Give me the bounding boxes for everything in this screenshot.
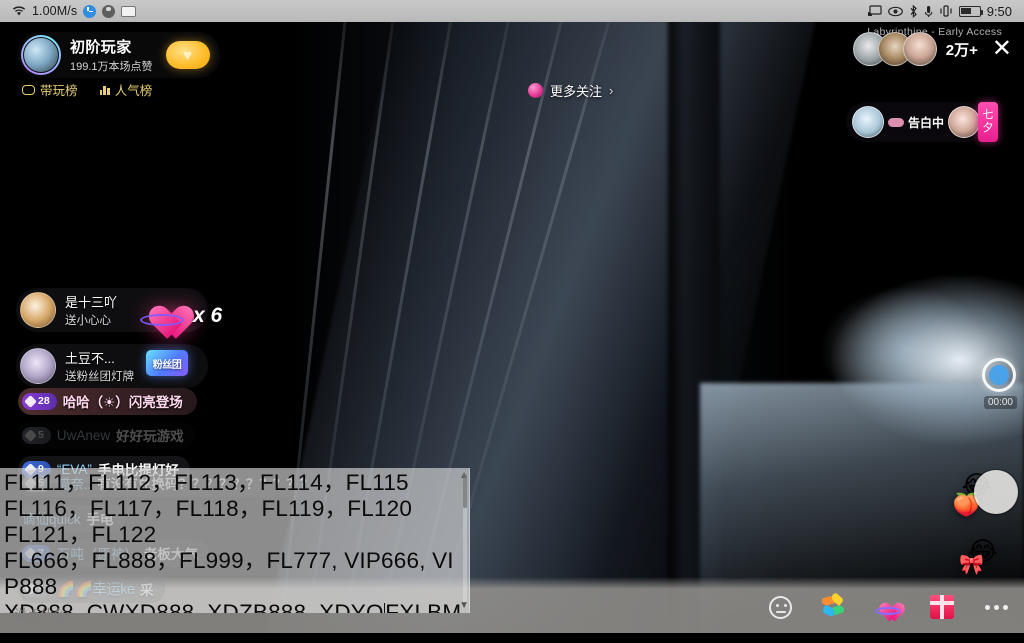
sticker-emoji: 🎀 [959, 554, 984, 576]
close-icon[interactable]: ✕ [992, 37, 1012, 61]
sticker-circle [974, 470, 1018, 514]
rank-chip-row: 带玩榜 人气榜 [22, 80, 152, 99]
gift-sender-name: 土豆不... [65, 351, 115, 366]
fanclub-board-text: 粉丝团 [152, 359, 182, 371]
network-speed: 1.00M/s [32, 4, 78, 18]
rank-chip-play-label: 带玩榜 [40, 84, 78, 98]
scroll-down-arrow-icon[interactable]: ▼ [459, 600, 469, 611]
cloud-icon [887, 117, 904, 127]
gift-action-text: 送小心心 [65, 315, 111, 327]
chat-text: 好好玩游戏 [116, 429, 184, 444]
pinwheel-icon[interactable] [820, 592, 848, 621]
gift-sender-avatar [20, 348, 56, 384]
viewer-bar: 2万+ ✕ [852, 32, 1012, 66]
chat-input-placeholder[interactable]: 说点什么... [14, 604, 77, 623]
qixi-tag[interactable]: 七 夕 [978, 102, 998, 142]
level-value: 5 [38, 429, 44, 441]
more-dots-icon[interactable] [982, 593, 1010, 621]
level-value: 28 [38, 395, 50, 407]
gift-action-text: 送粉丝团灯牌 [65, 371, 134, 383]
qixi-tag-top: 七 [982, 109, 994, 122]
streamer-avatar[interactable] [21, 35, 61, 75]
record-timer: 00:00 [983, 396, 1017, 409]
heart-icon: ♥ [183, 46, 192, 64]
status-bar: 1.00M/s 9:50 [0, 0, 1024, 22]
gift-multiplier: x 6 [193, 304, 223, 327]
wifi-icon [12, 5, 26, 17]
chat-entry-text: 哈哈（☀）闪亮登场 [62, 395, 183, 410]
qixi-tag-bottom: 夕 [982, 122, 994, 134]
bar-chart-icon [99, 84, 110, 95]
livestream-screen: 1.00M/s 9:50 初阶玩家 199.1万本场点赞 ♥ 带玩榜 人气榜 更… [0, 0, 1024, 643]
ime-line-3: FL121，FL122 [4, 522, 157, 547]
eye-icon [887, 6, 903, 17]
confession-label: 告白中 [907, 115, 944, 130]
chevron-right-icon: › [609, 83, 614, 98]
record-button[interactable] [982, 358, 1016, 392]
sync-icon [83, 4, 97, 18]
bottom-action-bar [766, 592, 1010, 621]
streamer-likes: 199.1万本场点赞 [70, 61, 153, 73]
chat-user-name: UwAnew [56, 427, 111, 443]
more-follow-button[interactable]: 更多关注 › [528, 81, 613, 100]
level-badge: 28 [22, 392, 57, 410]
viewer-count[interactable]: 2万+ [946, 39, 978, 60]
like-heart-badge[interactable]: ♥ [165, 41, 210, 69]
cast-icon [867, 5, 882, 17]
rank-chip-popularity-label: 人气榜 [114, 84, 153, 98]
gift-sender-name: 是十三吖 [65, 295, 118, 310]
clock-time: 9:50 [986, 3, 1012, 19]
confession-avatar-right [948, 106, 980, 138]
heart-gift-icon[interactable] [874, 593, 902, 621]
vibrate-icon [939, 5, 953, 17]
fanclub-board-icon: 粉丝团 [146, 350, 188, 376]
viewer-avatar[interactable] [902, 32, 937, 66]
rank-chip-popularity[interactable]: 人气榜 [99, 80, 153, 99]
ime-line-2: FL116，FL117，FL118，FL119，FL120 [4, 496, 413, 521]
ime-line-1: FL111，FL112，FL113，FL114，FL115 [4, 470, 409, 495]
gift-box-icon[interactable] [928, 593, 956, 621]
ime-candidate-overlay[interactable]: FL111，FL112，FL113，FL114，FL115 FL116，FL11… [0, 468, 470, 613]
account-icon [102, 4, 116, 18]
battery-icon [958, 5, 984, 17]
streamer-card[interactable]: 初阶玩家 199.1万本场点赞 ♥ [18, 32, 220, 78]
ime-line-4: FL666，FL888，FL999，FL777, VIP666, VIP888 [4, 548, 454, 599]
streamer-name: 初阶玩家 [70, 39, 132, 56]
gamepad-icon [22, 84, 35, 95]
more-follow-label: 更多关注 [550, 84, 603, 99]
rank-chip-play[interactable]: 带玩榜 [22, 80, 78, 99]
level-badge: 5 [22, 426, 51, 444]
gift-sender-avatar [20, 292, 56, 328]
confession-widget[interactable]: 告白中 七 夕 [845, 102, 998, 142]
emoji-face-icon[interactable] [766, 593, 794, 621]
bluetooth-icon [909, 4, 918, 18]
ime-text-after-caret: FXLBM [385, 600, 462, 613]
chat-entry-message[interactable]: 28 哈哈（☀）闪亮登场 [18, 388, 197, 415]
heart-gift-icon [140, 292, 186, 334]
ime-scrollbar[interactable] [463, 474, 467, 606]
microphone-icon [924, 5, 933, 18]
confession-avatar-left [851, 106, 884, 138]
card-icon [121, 5, 137, 17]
more-follow-icon [528, 83, 543, 98]
ime-composed-text[interactable]: FL111，FL112，FL113，FL114，FL115 FL116，FL11… [4, 470, 466, 613]
chat-message[interactable]: 5 UwAnew 好好玩游戏 [18, 422, 195, 449]
